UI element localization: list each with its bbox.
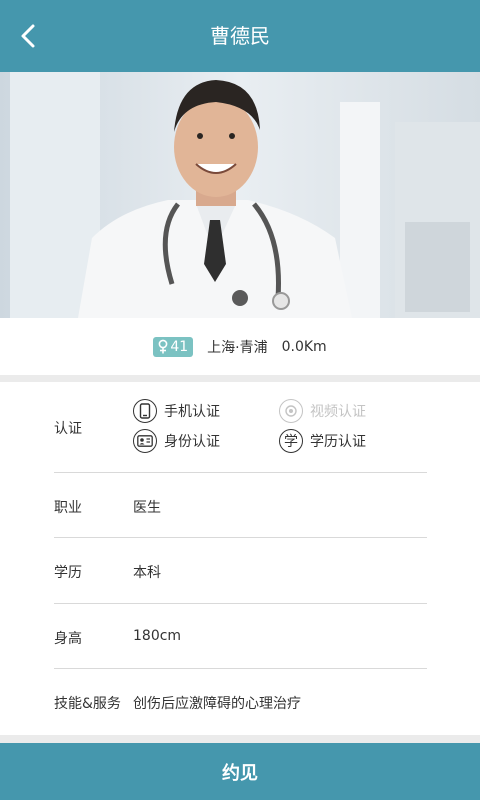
location: 上海·青浦 (207, 339, 268, 356)
skill-value: 创伤后应激障碍的心理治疗 (133, 696, 301, 712)
height-value: 180cm (133, 628, 182, 644)
cert-id-label: 身份认证 (164, 434, 220, 450)
profile-screen: 曹德民 41 上海·青浦 0.0Km 认证 手机认证 视频认证 身份认证 学 学… (0, 0, 480, 800)
video-icon (279, 399, 303, 423)
age-badge: 41 (153, 336, 194, 357)
job-row: 职业 医生 (54, 473, 427, 538)
footer-divider (0, 735, 480, 743)
education-icon: 学 (279, 429, 303, 453)
female-icon (158, 339, 168, 354)
cert-id: 身份认证 (133, 429, 220, 453)
education-row: 学历 本科 (54, 538, 427, 604)
phone-icon (133, 399, 157, 423)
meet-button[interactable]: 约见 (0, 743, 480, 800)
top-bar: 曹德民 (0, 0, 480, 72)
height-row: 身高 180cm (54, 604, 427, 669)
job-label: 职业 (54, 500, 82, 516)
education-value: 本科 (133, 565, 161, 581)
cert-video-label: 视频认证 (310, 404, 366, 420)
skill-label: 技能&服务 (54, 696, 121, 712)
age-value: 41 (170, 338, 189, 355)
cert-label: 认证 (54, 421, 82, 437)
height-label: 身高 (54, 631, 82, 647)
page-title: 曹德民 (210, 24, 270, 48)
profile-meta: 41 上海·青浦 0.0Km (0, 318, 480, 375)
section-divider (0, 375, 480, 382)
job-value: 医生 (133, 500, 161, 516)
profile-photo (0, 72, 480, 318)
cert-education-label: 学历认证 (310, 434, 366, 450)
cert-row: 认证 手机认证 视频认证 身份认证 学 学历认证 (54, 382, 427, 473)
cert-phone: 手机认证 (133, 399, 220, 423)
id-card-icon (133, 429, 157, 453)
cert-phone-label: 手机认证 (164, 404, 220, 420)
cert-video: 视频认证 (279, 399, 366, 423)
education-label: 学历 (54, 565, 82, 581)
cert-education: 学 学历认证 (279, 429, 366, 453)
distance: 0.0Km (281, 338, 327, 355)
skill-row: 技能&服务 创伤后应激障碍的心理治疗 (54, 669, 427, 735)
